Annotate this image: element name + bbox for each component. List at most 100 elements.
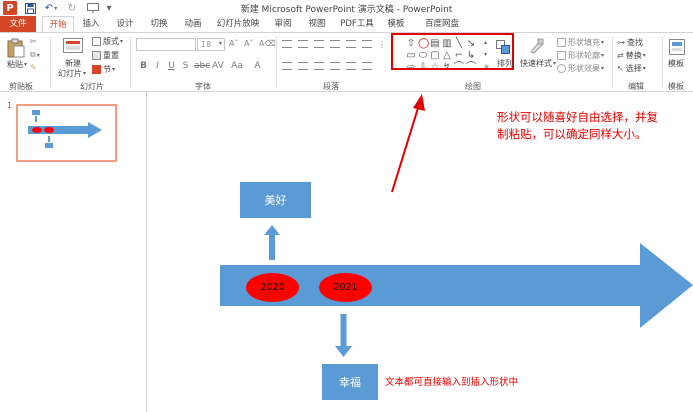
- shapes-gallery[interactable]: ⇧ ◯ ▤ ▥ ╲ ↘ ▭ ⬭ ▢ △ ⌐ ↳ ⇨ ⇩ ☆ ↯ ⌒ ⌒: [400, 38, 484, 76]
- textbox-shape-icon[interactable]: ▤: [430, 39, 440, 49]
- font-name-field[interactable]: [136, 38, 196, 51]
- layout-button[interactable]: 版式 ▾: [92, 36, 123, 47]
- triangle-shape-icon[interactable]: △: [442, 51, 452, 61]
- layout-icon: [92, 37, 101, 46]
- template-icon[interactable]: [668, 38, 686, 56]
- group-separator: [130, 36, 131, 88]
- year-2021-ellipse[interactable]: 2021: [319, 273, 372, 302]
- increase-indent-icon[interactable]: [330, 40, 340, 48]
- underline-icon[interactable]: U: [166, 61, 177, 71]
- tab-slideshow[interactable]: 幻灯片放映: [216, 16, 260, 32]
- tab-view[interactable]: 视图: [306, 16, 328, 32]
- columns-icon[interactable]: [346, 62, 356, 70]
- line-shape-icon[interactable]: ╲: [454, 39, 464, 49]
- new-slide-icon[interactable]: [62, 36, 84, 58]
- arrow-down-shape-icon[interactable]: ⇩: [418, 63, 428, 73]
- gallery-scroll-down-icon[interactable]: ▾: [484, 51, 487, 58]
- line-spacing-icon[interactable]: [346, 40, 356, 48]
- paste-button[interactable]: 粘贴 ▾: [7, 59, 27, 70]
- font-size-field[interactable]: 18 ▾: [197, 38, 225, 51]
- tab-design[interactable]: 设计: [114, 16, 136, 32]
- tab-file[interactable]: 文件: [0, 16, 36, 32]
- grow-font-icon[interactable]: A˄: [229, 39, 238, 48]
- cut-icon[interactable]: ✂: [30, 37, 37, 46]
- box-top-shape[interactable]: 美好: [240, 182, 311, 218]
- new-slide-button[interactable]: 幻灯片 ▾: [58, 68, 86, 79]
- template-button[interactable]: 模板: [668, 58, 684, 69]
- annotation-bottom: 文本都可直接输入到插入形状中: [385, 377, 519, 388]
- arrange-button[interactable]: 排列: [497, 58, 513, 69]
- gallery-scroll-up-icon[interactable]: ▴: [484, 39, 487, 46]
- italic-icon[interactable]: I: [152, 61, 163, 71]
- find-button[interactable]: ⊶ 查找: [617, 37, 643, 48]
- quick-styles-button[interactable]: 快速样式 ▾: [520, 58, 556, 69]
- align-right-icon[interactable]: [314, 62, 324, 70]
- slide-canvas[interactable]: 美好 2020 2021 幸福 形状可以随喜好自由选择，并复 制粘贴，可以确定同…: [148, 92, 693, 412]
- paste-icon[interactable]: [6, 37, 26, 59]
- box-bottom-shape[interactable]: 幸福: [322, 364, 378, 400]
- oval-shape-icon[interactable]: ◯: [418, 39, 429, 49]
- redo-icon[interactable]: ↻: [66, 1, 78, 15]
- gallery-more-icon[interactable]: ≡: [484, 63, 489, 70]
- shape-effects-button[interactable]: 形状效果 ▾: [557, 63, 604, 74]
- char-spacing-icon[interactable]: AV: [212, 61, 224, 71]
- tab-transitions[interactable]: 切换: [148, 16, 170, 32]
- select-button[interactable]: ↖ 选择 ▾: [617, 63, 646, 74]
- numbering-icon[interactable]: [298, 40, 308, 48]
- customize-quick-access-icon[interactable]: ▾: [104, 1, 114, 15]
- replace-button[interactable]: ⇄ 替换 ▾: [617, 50, 646, 61]
- elbow-arrow-shape-icon[interactable]: ↳: [466, 51, 476, 61]
- bullets-icon[interactable]: [282, 40, 292, 48]
- vertical-textbox-shape-icon[interactable]: ▥: [442, 39, 452, 49]
- align-center-icon[interactable]: [298, 62, 308, 70]
- year-2020-ellipse[interactable]: 2020: [246, 273, 299, 302]
- section-button[interactable]: 节 ▾: [92, 64, 115, 75]
- arrow-line-shape-icon[interactable]: ↘: [466, 39, 476, 49]
- arrow-right-shape-icon[interactable]: ⇨: [406, 63, 416, 73]
- curve-shape-icon[interactable]: ⌒: [454, 63, 464, 73]
- change-case-icon[interactable]: Aa: [228, 61, 246, 71]
- copy-icon[interactable]: ⧉ ▾: [30, 50, 40, 60]
- elbow-connector-shape-icon[interactable]: ⌐: [454, 51, 464, 61]
- strikethrough-icon[interactable]: abc: [194, 61, 210, 71]
- paragraph-more-icon[interactable]: ⋮: [378, 40, 386, 49]
- align-left-icon[interactable]: [282, 62, 292, 70]
- slide-editing-area: 美好 2020 2021 幸福 形状可以随喜好自由选择，并复 制粘贴，可以确定同…: [148, 92, 693, 412]
- bold-icon[interactable]: B: [138, 61, 149, 71]
- shadow-icon[interactable]: S: [180, 61, 191, 71]
- clear-formatting-icon[interactable]: A⌫: [259, 39, 276, 48]
- undo-icon[interactable]: ↶ ▾: [42, 1, 60, 15]
- brace-shape-icon[interactable]: ⌒: [466, 63, 476, 73]
- tab-baidu-netdisk[interactable]: 百度网盘: [420, 16, 464, 32]
- shrink-font-icon[interactable]: A˅: [244, 39, 253, 48]
- text-direction-icon[interactable]: [362, 40, 372, 48]
- justify-icon[interactable]: [330, 62, 340, 70]
- tab-animations[interactable]: 动画: [182, 16, 204, 32]
- tab-home[interactable]: 开始: [42, 16, 74, 33]
- shape-outline-button[interactable]: 形状轮廓 ▾: [557, 50, 604, 61]
- section-icon: [92, 65, 101, 74]
- tab-pdf-tools[interactable]: PDF工具: [340, 16, 374, 32]
- save-icon[interactable]: [24, 1, 37, 15]
- reset-button[interactable]: 重置: [92, 50, 119, 61]
- quick-styles-icon[interactable]: [528, 37, 546, 55]
- star-shape-icon[interactable]: ☆: [430, 63, 440, 73]
- font-color-icon[interactable]: A: [252, 61, 263, 71]
- rounded-rect-shape-icon[interactable]: ▢: [430, 51, 440, 61]
- tab-template[interactable]: 模板: [385, 16, 407, 32]
- slide-thumbnail[interactable]: [16, 104, 117, 162]
- start-presentation-icon[interactable]: [85, 1, 101, 15]
- arrow-up-shape[interactable]: [264, 225, 280, 260]
- tab-review[interactable]: 审阅: [272, 16, 294, 32]
- arrow-down-shape[interactable]: [335, 314, 352, 357]
- lightning-shape-icon[interactable]: ↯: [442, 63, 452, 73]
- shape-fill-button[interactable]: 形状填充 ▾: [557, 37, 604, 48]
- ellipse-shape-icon[interactable]: ⬭: [418, 51, 428, 61]
- rectangle-shape-icon[interactable]: ▭: [406, 51, 416, 61]
- arrange-icon[interactable]: [495, 39, 511, 55]
- format-painter-icon[interactable]: ✎: [30, 63, 37, 72]
- decrease-indent-icon[interactable]: [314, 40, 324, 48]
- smartart-icon[interactable]: [362, 62, 372, 70]
- tab-insert[interactable]: 插入: [80, 16, 102, 32]
- arrow-up-shape-icon[interactable]: ⇧: [406, 39, 416, 49]
